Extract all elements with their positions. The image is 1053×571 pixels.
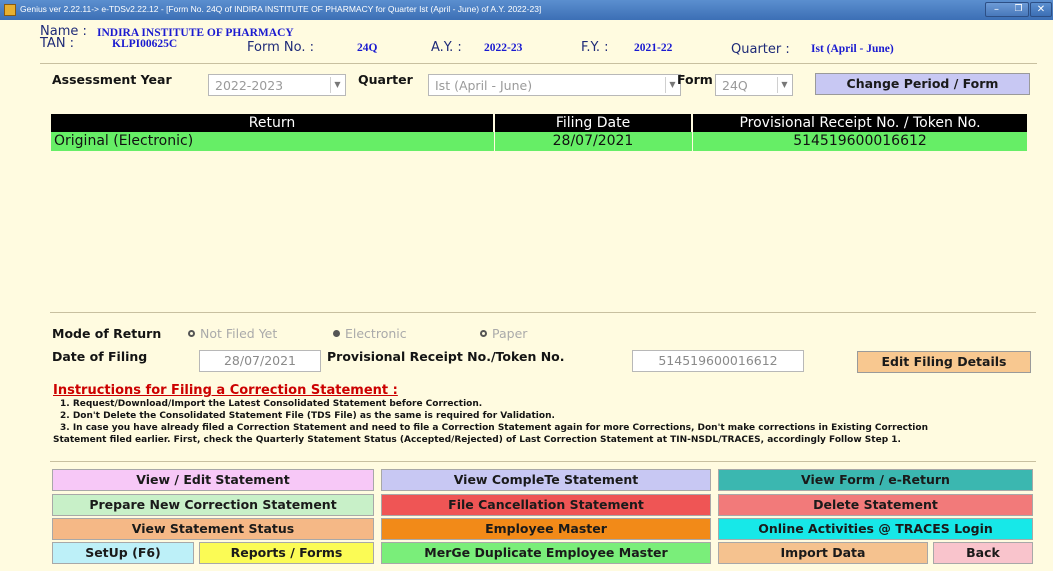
radio-label: Not Filed Yet [200, 326, 278, 341]
minimize-button[interactable]: – [986, 3, 1007, 16]
column-header-return: Return [51, 114, 493, 132]
back-button[interactable]: Back [933, 542, 1033, 564]
window-titlebar: Genius ver 2.22.11-> e-TDSv2.22.12 - [Fo… [0, 0, 1053, 20]
ay-label: A.Y. : [431, 40, 462, 55]
token-field[interactable]: 514519600016612 [632, 350, 804, 372]
radio-icon [480, 330, 487, 337]
radio-selected-icon [333, 330, 340, 337]
instructions-title: Instructions for Filing a Correction Sta… [53, 383, 398, 398]
returns-table: Return Filing Date Provisional Receipt N… [51, 114, 1027, 311]
assessment-year-value: 2022-2023 [215, 78, 284, 93]
view-statement-status-button[interactable]: View Statement Status [52, 518, 374, 540]
app-icon [4, 4, 16, 16]
reports-forms-button[interactable]: Reports / Forms [199, 542, 374, 564]
instruction-line: 1. Request/Download/Import the Latest Co… [60, 399, 483, 409]
fy-value: 2021-22 [634, 42, 673, 54]
import-data-button[interactable]: Import Data [718, 542, 928, 564]
view-form-e-return-button[interactable]: View Form / e-Return [718, 469, 1033, 491]
cell-return: Original (Electronic) [54, 133, 194, 149]
merge-duplicate-employee-button[interactable]: MerGe Duplicate Employee Master [381, 542, 711, 564]
tan-value: KLPI00625C [112, 38, 178, 50]
token-label: Provisional Receipt No./Token No. [327, 349, 565, 364]
date-of-filing-field[interactable]: 28/07/2021 [199, 350, 321, 372]
cell-token: 514519600016612 [692, 132, 1027, 151]
employee-master-button[interactable]: Employee Master [381, 518, 711, 540]
table-row[interactable]: Original (Electronic) 28/07/2021 5145196… [51, 132, 1027, 151]
date-of-filing-label: Date of Filing [52, 349, 148, 364]
radio-electronic[interactable]: Electronic [333, 326, 407, 341]
change-period-form-button[interactable]: Change Period / Form [815, 73, 1030, 95]
close-button[interactable]: ✕ [1030, 2, 1052, 17]
form-select-value: 24Q [722, 78, 748, 93]
column-header-token: Provisional Receipt No. / Token No. [692, 114, 1027, 132]
mode-of-return-label: Mode of Return [52, 326, 162, 341]
edit-filing-details-button[interactable]: Edit Filing Details [857, 351, 1031, 373]
view-edit-statement-button[interactable]: View / Edit Statement [52, 469, 374, 491]
form-no-label: Form No. : [247, 40, 314, 55]
chevron-down-icon: ▼ [330, 77, 344, 93]
radio-label: Paper [492, 326, 528, 341]
maximize-button[interactable]: ❐ [1008, 3, 1029, 16]
online-activities-traces-button[interactable]: Online Activities @ TRACES Login [718, 518, 1033, 540]
quarter-select-label: Quarter [358, 72, 413, 87]
radio-icon [188, 330, 195, 337]
instruction-line: Statement filed earlier. First, check th… [53, 435, 901, 445]
cell-filing-date: 28/07/2021 [494, 132, 691, 151]
prepare-correction-button[interactable]: Prepare New Correction Statement [52, 494, 374, 516]
quarter-value: Ist (April - June) [811, 43, 894, 55]
quarter-label: Quarter : [731, 42, 790, 57]
column-header-filing-date: Filing Date [494, 114, 691, 132]
file-cancellation-button[interactable]: File Cancellation Statement [381, 494, 711, 516]
tan-label: TAN : [40, 36, 75, 51]
window-controls: – ❐ [985, 2, 1029, 17]
chevron-down-icon: ▼ [777, 77, 791, 93]
instruction-line: 3. In case you have already filed a Corr… [60, 423, 928, 433]
divider [50, 312, 1036, 313]
assessment-year-label: Assessment Year [52, 72, 172, 87]
quarter-select-value: Ist (April - June) [435, 78, 533, 93]
form-select[interactable]: 24Q ▼ [715, 74, 793, 96]
fy-label: F.Y. : [581, 40, 609, 55]
delete-statement-button[interactable]: Delete Statement [718, 494, 1033, 516]
quarter-select[interactable]: Ist (April - June) ▼ [428, 74, 681, 96]
form-select-label: Form [677, 72, 713, 87]
setup-button[interactable]: SetUp (F6) [52, 542, 194, 564]
radio-label: Electronic [345, 326, 407, 341]
instruction-line: 2. Don't Delete the Consolidated Stateme… [60, 411, 555, 421]
view-complete-statement-button[interactable]: View CompleTe Statement [381, 469, 711, 491]
radio-not-filed-yet[interactable]: Not Filed Yet [188, 326, 277, 341]
window-title: Genius ver 2.22.11-> e-TDSv2.22.12 - [Fo… [20, 4, 542, 14]
radio-paper[interactable]: Paper [480, 326, 527, 341]
divider [50, 461, 1036, 462]
assessment-year-select[interactable]: 2022-2023 ▼ [208, 74, 346, 96]
ay-value: 2022-23 [484, 42, 523, 54]
form-no-value: 24Q [357, 42, 378, 54]
